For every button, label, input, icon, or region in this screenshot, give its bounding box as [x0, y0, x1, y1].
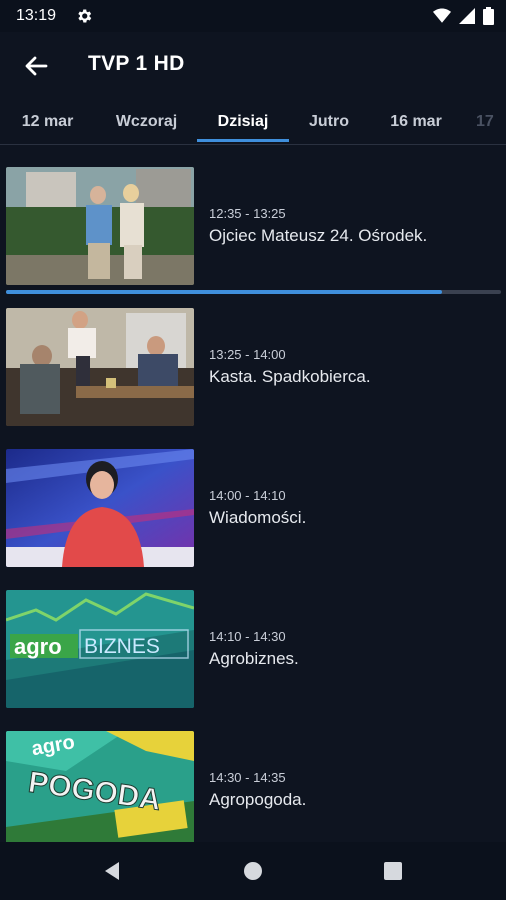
program-thumbnail	[6, 167, 194, 285]
list-item[interactable]: 12:35 - 13:25 Ojciec Mateusz 24. Ośrodek…	[0, 145, 506, 286]
tab-16-mar[interactable]: 16 mar	[372, 100, 460, 143]
status-icons	[433, 7, 494, 25]
tab-17[interactable]: 17	[476, 100, 506, 143]
tab-jutro[interactable]: Jutro	[290, 100, 368, 143]
program-thumbnail: agro POGODA	[6, 731, 194, 849]
program-title: Agropogoda.	[209, 790, 307, 809]
back-triangle-icon[interactable]	[100, 859, 124, 883]
tab-wczoraj[interactable]: Wczoraj	[99, 100, 194, 143]
tab-12-mar[interactable]: 12 mar	[0, 100, 95, 143]
list-item[interactable]: 13:25 - 14:00 Kasta. Spadkobierca.	[0, 286, 506, 427]
signal-icon	[459, 8, 475, 24]
program-time: 12:35 - 13:25	[209, 206, 286, 221]
program-title: Kasta. Spadkobierca.	[209, 367, 371, 386]
list-item[interactable]: agro POGODA 14:30 - 14:35 Agropogoda.	[0, 709, 506, 850]
program-title: Agrobiznes.	[209, 649, 299, 668]
gear-icon	[78, 9, 92, 23]
status-time: 13:19	[16, 7, 57, 24]
tab-label: Dzisiaj	[217, 112, 269, 130]
tab-indicator	[197, 139, 289, 142]
tab-label: Jutro	[309, 112, 349, 130]
tab-dzisiaj[interactable]: Dzisiaj	[197, 100, 289, 143]
biznes-text: BIZNES	[84, 635, 160, 658]
date-tabs: 12 mar Wczoraj Dzisiaj Jutro 16 mar 17	[0, 100, 506, 145]
tab-label: 12 mar	[21, 112, 74, 130]
program-time: 14:30 - 14:35	[209, 770, 286, 785]
program-time: 14:10 - 14:30	[209, 629, 286, 644]
program-title: Wiadomości.	[209, 508, 307, 527]
program-time: 14:00 - 14:10	[209, 488, 286, 503]
program-progress-fill	[6, 290, 442, 294]
program-progress-bar	[6, 290, 501, 294]
status-bar: 13:19	[0, 0, 506, 32]
program-thumbnail	[6, 308, 194, 426]
home-circle-icon[interactable]	[241, 859, 265, 883]
recents-square-icon[interactable]	[381, 859, 405, 883]
program-title: Ojciec Mateusz 24. Ośrodek.	[209, 226, 428, 245]
tab-label: Wczoraj	[115, 112, 178, 130]
wifi-icon	[433, 8, 451, 23]
agro-text: agro	[14, 634, 62, 659]
arrow-left-icon[interactable]	[20, 50, 52, 82]
program-thumbnail: agro BIZNES	[6, 590, 194, 708]
list-item[interactable]: 14:00 - 14:10 Wiadomości.	[0, 427, 506, 568]
channel-title: TVP 1 HD	[88, 52, 185, 75]
program-thumbnail	[6, 449, 194, 567]
battery-icon	[483, 7, 494, 25]
system-nav-bar	[0, 842, 506, 900]
program-time: 13:25 - 14:00	[209, 347, 286, 362]
tab-label: 17	[476, 112, 494, 130]
app-bar: TVP 1 HD	[0, 32, 506, 100]
tab-label: 16 mar	[390, 112, 442, 130]
list-item[interactable]: agro BIZNES 14:10 - 14:30 Agrobiznes.	[0, 568, 506, 709]
